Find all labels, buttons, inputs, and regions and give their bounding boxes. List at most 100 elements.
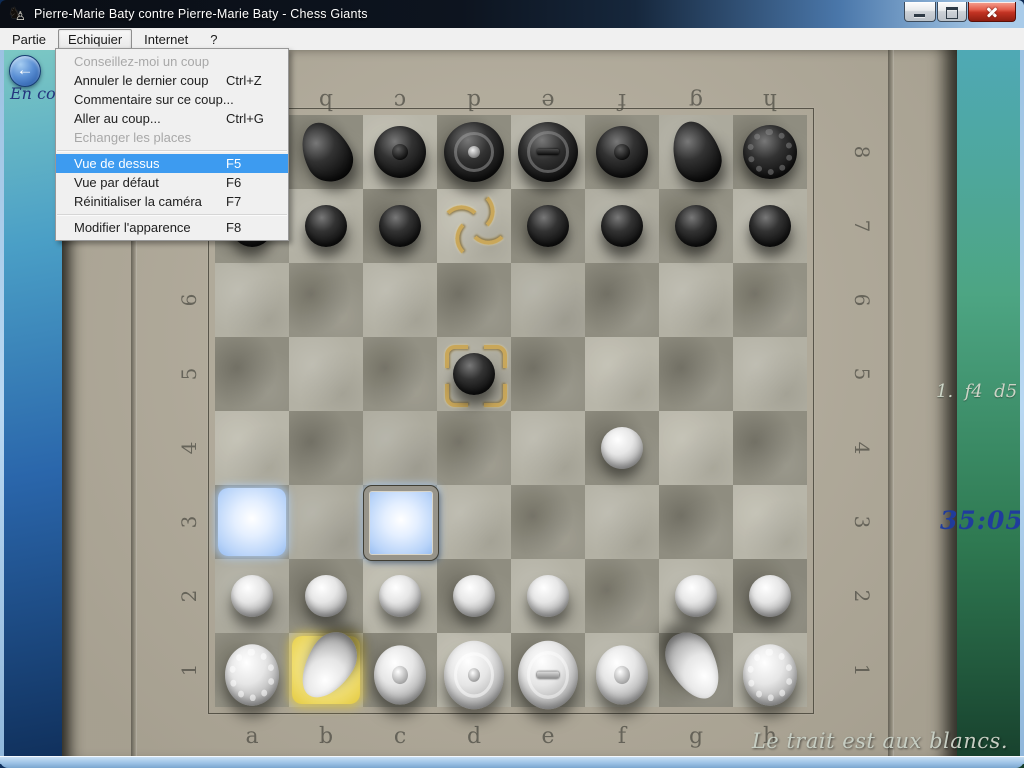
menu-item-label: Vue de dessus [74,156,226,171]
square-b5[interactable] [289,337,363,411]
square-f6[interactable] [585,263,659,337]
white-queen-d1[interactable] [444,641,504,709]
black-pawn-h7[interactable] [749,205,791,247]
square-a6[interactable] [215,263,289,337]
square-e6[interactable] [511,263,585,337]
square-a5[interactable] [215,337,289,411]
menu-item-label: Commentaire sur ce coup... [74,92,234,107]
square-h3[interactable] [733,485,807,559]
square-d7[interactable] [437,189,511,263]
window-border-right [1020,50,1024,764]
square-g6[interactable] [659,263,733,337]
square-b6[interactable] [289,263,363,337]
window-border-bottom [0,756,1024,768]
menu-internet[interactable]: Internet [134,29,198,50]
white-rook-h1[interactable] [743,644,797,706]
highlight-a3[interactable] [218,488,286,556]
black-pawn-b7[interactable] [305,205,347,247]
black-pawn-e7[interactable] [527,205,569,247]
window-border-left [0,50,4,764]
square-e3[interactable] [511,485,585,559]
menu-item-vue-de-dessus[interactable]: Vue de dessusF5 [56,154,288,173]
square-d6[interactable] [437,263,511,337]
menu-item-shortcut: Ctrl+G [226,111,280,126]
black-queen-d8[interactable] [444,122,504,182]
white-pawn-e2[interactable] [527,575,569,617]
app-icon: ♞♙ [8,4,28,24]
menu-item-r-initialiser-la-cam-ra[interactable]: Réinitialiser la caméraF7 [56,192,288,211]
white-bishop-c1[interactable] [374,645,426,704]
menu-item-annuler-le-dernier-coup[interactable]: Annuler le dernier coupCtrl+Z [56,71,288,90]
white-pawn-b2[interactable] [305,575,347,617]
close-button[interactable] [968,2,1016,22]
echiquier-dropdown-menu: Conseillez-moi un coup Annuler le dernier… [55,48,289,241]
square-d3[interactable] [437,485,511,559]
square-g3[interactable] [659,485,733,559]
close-icon [985,5,999,19]
white-rook-a1[interactable] [225,644,279,706]
square-a4[interactable] [215,411,289,485]
menu-item-label: Annuler le dernier coup [74,73,226,88]
menu-item-vue-par-d-faut[interactable]: Vue par défautF6 [56,173,288,192]
menu-item-shortcut: F7 [226,194,280,209]
white-king-e1[interactable] [518,641,578,709]
menu-aide[interactable]: ? [200,29,227,50]
menu-item-label: Vue par défaut [74,175,226,190]
square-d4[interactable] [437,411,511,485]
title-bar[interactable]: ♞♙ Pierre-Marie Baty contre Pierre-Marie… [0,0,1024,28]
white-pawn-h2[interactable] [749,575,791,617]
square-c4[interactable] [363,411,437,485]
menu-item-label: Conseillez-moi un coup [74,54,226,69]
window-title: Pierre-Marie Baty contre Pierre-Marie Ba… [34,7,368,21]
white-pawn-d2[interactable] [453,575,495,617]
square-b3[interactable] [289,485,363,559]
menu-item-shortcut: F8 [226,220,280,235]
square-h4[interactable] [733,411,807,485]
square-e5[interactable] [511,337,585,411]
menu-item-label: Modifier l'apparence [74,220,226,235]
square-g4[interactable] [659,411,733,485]
menu-item-aller-au-coup[interactable]: Aller au coup...Ctrl+G [56,109,288,128]
square-f3[interactable] [585,485,659,559]
square-g5[interactable] [659,337,733,411]
menu-item-label: Aller au coup... [74,111,226,126]
menu-item-label: Echanger les places [74,130,226,145]
menu-partie[interactable]: Partie [2,29,56,50]
menu-item-modifier-l-apparence[interactable]: Modifier l'apparenceF8 [56,218,288,237]
black-pawn-g7[interactable] [675,205,717,247]
black-bishop-c8[interactable] [374,126,426,178]
menu-item-shortcut: Ctrl+Z [226,73,280,88]
square-h5[interactable] [733,337,807,411]
square-h6[interactable] [733,263,807,337]
minimize-icon [914,14,925,17]
highlight-c3[interactable] [364,486,438,560]
black-rook-h8[interactable] [743,125,797,179]
square-f5[interactable] [585,337,659,411]
black-pawn-c7[interactable] [379,205,421,247]
black-king-e8[interactable] [518,122,578,182]
black-pawn-d5[interactable] [453,353,495,395]
white-pawn-f4[interactable] [601,427,643,469]
back-arrow-button[interactable]: ← [9,55,41,87]
square-c6[interactable] [363,263,437,337]
maximize-button[interactable] [937,2,967,22]
square-f2[interactable] [585,559,659,633]
white-pawn-a2[interactable] [231,575,273,617]
menu-item-label: Réinitialiser la caméra [74,194,226,209]
square-c5[interactable] [363,337,437,411]
white-pawn-g2[interactable] [675,575,717,617]
black-pawn-f7[interactable] [601,205,643,247]
maximize-icon [946,7,958,19]
square-e4[interactable] [511,411,585,485]
menu-item-commentaire-sur-ce-coup[interactable]: Commentaire sur ce coup... [56,90,288,109]
black-bishop-f8[interactable] [596,126,648,178]
menu-item-conseillez-moi-un-coup: Conseillez-moi un coup [56,52,288,71]
white-pawn-c2[interactable] [379,575,421,617]
menu-echiquier[interactable]: Echiquier [58,29,132,50]
left-arrow-icon: ← [17,60,34,79]
board-frame-groove-right [888,50,894,768]
white-bishop-f1[interactable] [596,645,648,704]
menu-item-echanger-les-places: Echanger les places [56,128,288,147]
minimize-button[interactable] [904,2,936,22]
square-b4[interactable] [289,411,363,485]
